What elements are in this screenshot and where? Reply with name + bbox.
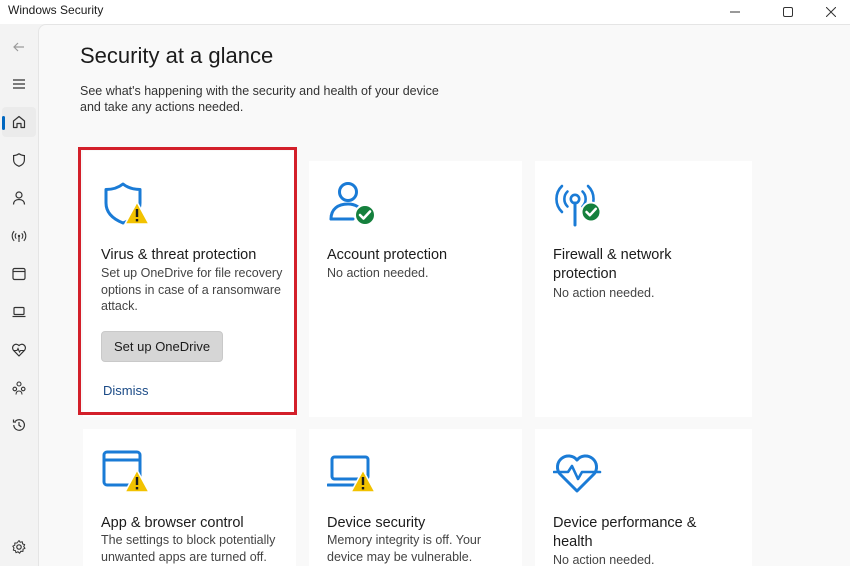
nav-item-home[interactable] — [2, 107, 36, 137]
card-description: The settings to block potentially unwant… — [101, 533, 276, 564]
card-title: Device security — [327, 515, 426, 531]
card-description: No action needed. — [327, 266, 429, 280]
card-title: Firewall & network protection — [553, 247, 672, 282]
close-button[interactable] — [808, 0, 850, 24]
main-content: Security at a glance See what's happenin… — [38, 24, 850, 566]
maximize-button[interactable] — [765, 0, 811, 24]
nav-item-virus-protection[interactable] — [2, 145, 36, 175]
card-description: No action needed. — [553, 553, 655, 566]
card-description: No action needed. — [553, 286, 655, 300]
family-icon — [12, 381, 26, 395]
card-virus-threat-protection[interactable]: Virus & threat protection Set up OneDriv… — [83, 151, 296, 417]
person-check-icon — [329, 182, 376, 226]
menu-button[interactable] — [2, 69, 36, 99]
minimize-button[interactable] — [712, 0, 758, 24]
dismiss-link[interactable]: Dismiss — [103, 383, 149, 398]
card-app-browser-control[interactable]: App & browser control The settings to bl… — [83, 429, 296, 566]
nav-item-settings[interactable] — [2, 532, 36, 562]
nav-item-protection-history[interactable] — [2, 410, 36, 440]
card-account-protection[interactable]: Account protection No action needed. — [309, 161, 522, 417]
laptop-warning-icon — [327, 455, 376, 493]
close-icon — [826, 7, 836, 17]
minimize-icon — [730, 11, 740, 13]
card-device-security[interactable]: Device security Memory integrity is off.… — [309, 429, 522, 566]
card-firewall-network-protection[interactable]: Firewall & network protection No action … — [535, 161, 752, 417]
card-title: App & browser control — [101, 515, 244, 531]
set-up-onedrive-button[interactable]: Set up OneDrive — [101, 331, 224, 362]
page-description: See what's happening with the security a… — [80, 84, 439, 114]
card-title: Device performance & health — [553, 515, 697, 550]
page-title: Security at a glance — [80, 43, 274, 68]
back-button[interactable] — [2, 32, 36, 62]
gear-icon — [12, 540, 26, 554]
shield-warning-icon — [104, 182, 150, 225]
window-title: Windows Security — [8, 3, 104, 17]
nav-item-family-options[interactable] — [2, 373, 36, 403]
hamburger-menu-icon — [13, 79, 25, 89]
maximize-icon — [783, 7, 793, 17]
card-description: Memory integrity is off. Your device may… — [327, 533, 482, 564]
heart-pulse-icon — [553, 454, 602, 493]
home-icon — [12, 115, 26, 129]
browser-warning-icon — [102, 450, 150, 493]
navigation-sidebar — [0, 24, 38, 566]
card-device-performance-health[interactable]: Device performance & health No action ne… — [535, 429, 752, 566]
wifi-antenna-icon — [11, 230, 27, 242]
card-title: Virus & threat protection — [101, 247, 257, 263]
antenna-check-icon — [555, 184, 602, 227]
laptop-icon — [12, 306, 26, 318]
nav-item-account-protection[interactable] — [2, 183, 36, 213]
nav-item-app-browser-control[interactable] — [2, 259, 36, 289]
title-bar: Windows Security — [0, 0, 850, 24]
person-icon — [12, 191, 26, 205]
history-icon — [12, 419, 25, 431]
back-arrow-icon — [13, 42, 24, 52]
nav-item-firewall[interactable] — [2, 221, 36, 251]
card-description: Set up OneDrive for file recovery option… — [101, 266, 283, 313]
shield-icon — [13, 153, 25, 167]
browser-window-icon — [12, 267, 26, 281]
heart-pulse-icon — [11, 343, 27, 357]
nav-item-device-health[interactable] — [2, 335, 36, 365]
nav-item-device-security[interactable] — [2, 297, 36, 327]
card-title: Account protection — [327, 247, 448, 263]
